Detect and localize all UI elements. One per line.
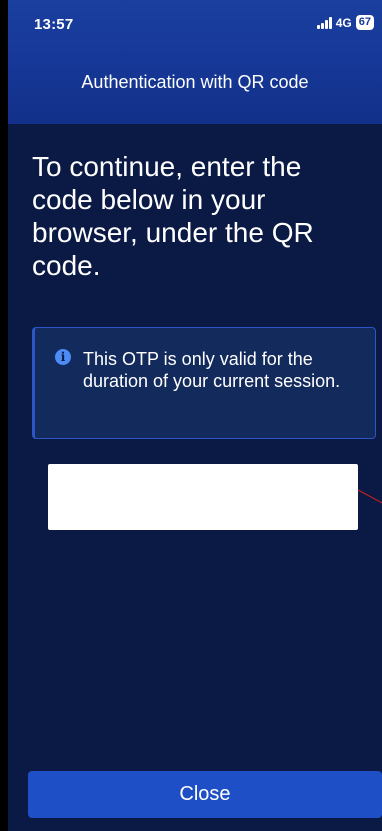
status-time: 13:57 [34, 16, 74, 33]
annotation-line [357, 489, 382, 504]
info-message: i This OTP is only valid for the duratio… [32, 327, 376, 439]
info-icon: i [55, 349, 71, 365]
header: Authentication with QR code [8, 50, 382, 124]
battery-icon: 67 [355, 15, 374, 30]
instructions-text: To continue, enter the code below in you… [32, 151, 314, 281]
status-indicators: 4G 67 [316, 15, 374, 30]
info-message-text: This OTP is only valid for the duration … [83, 349, 341, 391]
signal-icon [316, 16, 332, 29]
screen: 13:57 4G 67 Authentication with QR code … [8, 0, 382, 831]
status-bar: 13:57 4G 67 [8, 0, 382, 50]
page-title: Authentication with QR code [81, 72, 309, 92]
close-button[interactable]: Close [28, 771, 382, 818]
network-label: 4G [335, 15, 352, 30]
otp-code-box [48, 464, 358, 530]
